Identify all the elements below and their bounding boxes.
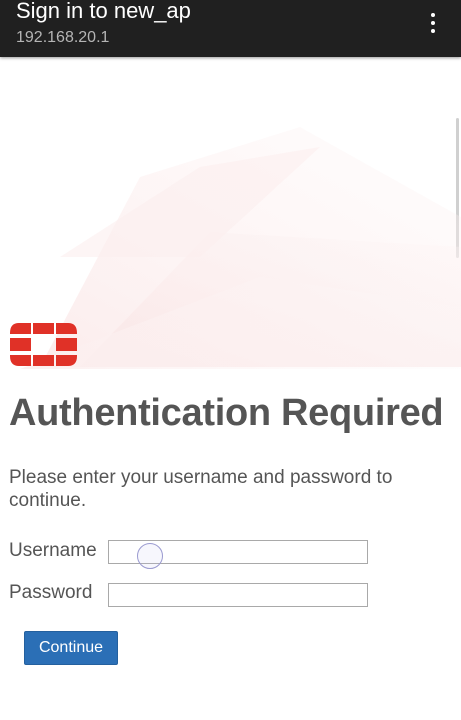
- password-label: Password: [9, 582, 93, 603]
- username-label: Username: [9, 540, 97, 561]
- menu-dot: [431, 13, 435, 17]
- menu-dot: [431, 29, 435, 33]
- auth-description: Please enter your username and password …: [9, 467, 393, 511]
- fortinet-logo-icon: [10, 323, 77, 366]
- page-title: Sign in to new_ap: [16, 0, 191, 23]
- page-url: 192.168.20.1: [16, 29, 110, 46]
- menu-dot: [431, 21, 435, 25]
- password-input[interactable]: [108, 583, 368, 607]
- auth-heading: Authentication Required: [9, 392, 444, 434]
- username-input[interactable]: [108, 540, 368, 564]
- continue-button[interactable]: Continue: [24, 631, 118, 665]
- app-bar: Sign in to new_ap 192.168.20.1: [0, 0, 461, 57]
- more-vert-icon[interactable]: [423, 11, 443, 35]
